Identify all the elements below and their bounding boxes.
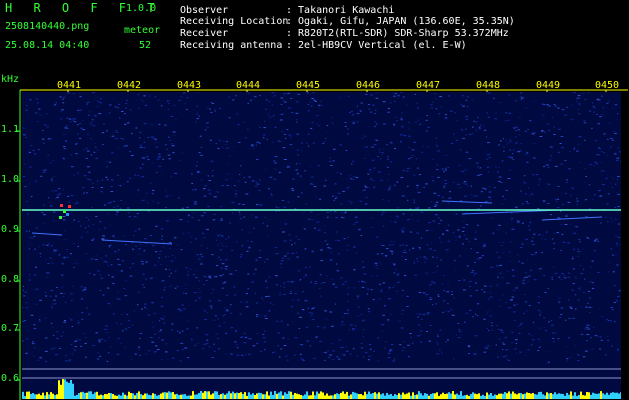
spectrogram-noise: [22, 92, 621, 363]
spectrogram: [22, 92, 621, 399]
spectrogram-canvas: [22, 92, 621, 399]
y-tick-marks: [16, 130, 20, 381]
level-baseline: [22, 368, 621, 379]
signal-level-bars: [22, 379, 621, 399]
